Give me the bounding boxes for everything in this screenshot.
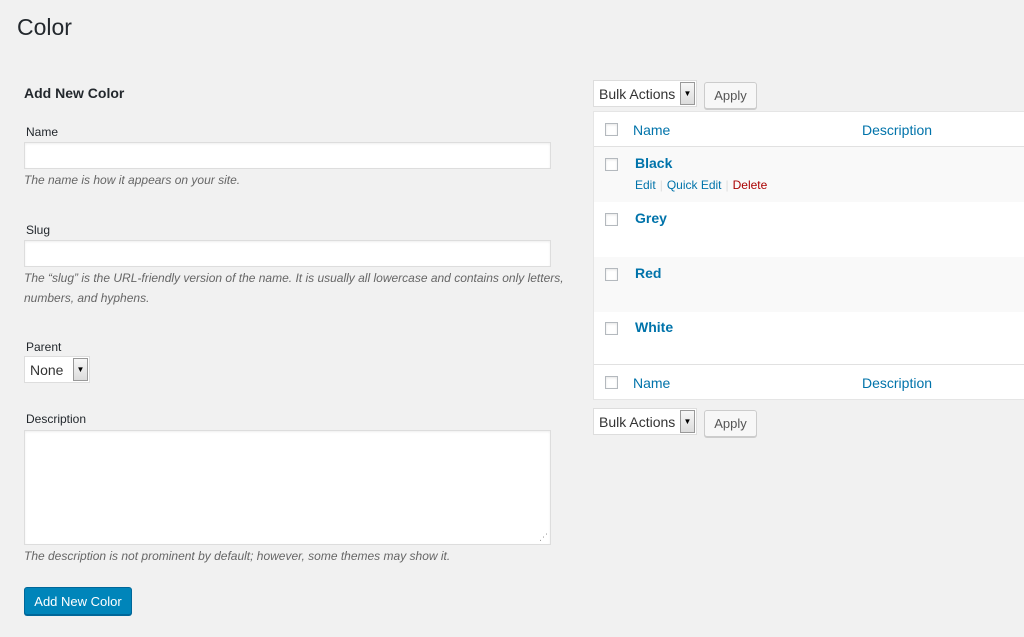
slug-input[interactable] bbox=[24, 240, 551, 267]
table-row: Red bbox=[594, 257, 1024, 312]
bulk-actions-select-bottom[interactable]: Bulk Actions ▼ bbox=[593, 408, 697, 435]
column-name-footer[interactable]: Name bbox=[633, 375, 670, 391]
table-footer: Name Description bbox=[594, 364, 1024, 399]
description-textarea[interactable]: ⋰ bbox=[24, 430, 551, 545]
column-name-header[interactable]: Name bbox=[633, 122, 670, 138]
bulk-actions-value: Bulk Actions bbox=[599, 413, 676, 430]
chevron-down-icon[interactable]: ▼ bbox=[680, 410, 695, 433]
edit-link[interactable]: Edit bbox=[635, 178, 656, 192]
slug-label: Slug bbox=[26, 223, 51, 237]
row-checkbox[interactable] bbox=[605, 322, 618, 335]
slug-help: The “slug” is the URL-friendly version o… bbox=[24, 271, 564, 305]
separator: | bbox=[659, 178, 663, 192]
apply-button-top[interactable]: Apply bbox=[704, 82, 757, 109]
delete-link[interactable]: Delete bbox=[733, 178, 768, 192]
name-input[interactable] bbox=[24, 142, 551, 169]
name-help: The name is how it appears on your site. bbox=[24, 173, 241, 187]
table-row: Grey bbox=[594, 202, 1024, 257]
chevron-down-icon[interactable]: ▼ bbox=[73, 358, 88, 381]
parent-select-value: None bbox=[30, 361, 64, 378]
row-title-link[interactable]: Grey bbox=[635, 210, 667, 226]
separator: | bbox=[725, 178, 729, 192]
chevron-down-icon[interactable]: ▼ bbox=[680, 82, 695, 105]
parent-select[interactable]: None ▼ bbox=[24, 356, 90, 383]
table-row: Black Edit | Quick Edit | Delete bbox=[594, 147, 1024, 202]
page-title: Color bbox=[17, 14, 72, 40]
row-actions: Edit | Quick Edit | Delete bbox=[635, 178, 767, 192]
quick-edit-link[interactable]: Quick Edit bbox=[667, 178, 722, 192]
terms-table: Name Description Black Edit | Quick Edit | D… bbox=[593, 111, 1024, 400]
column-description-footer[interactable]: Description bbox=[862, 375, 932, 391]
table-header: Name Description bbox=[594, 112, 1024, 147]
row-checkbox[interactable] bbox=[605, 268, 618, 281]
parent-label: Parent bbox=[26, 340, 62, 354]
select-all-checkbox[interactable] bbox=[605, 123, 618, 136]
description-help: The description is not prominent by defa… bbox=[24, 549, 451, 563]
row-checkbox[interactable] bbox=[605, 158, 618, 171]
row-checkbox[interactable] bbox=[605, 213, 618, 226]
row-title-link[interactable]: White bbox=[635, 319, 673, 335]
name-label: Name bbox=[26, 125, 59, 139]
resize-grip-icon[interactable]: ⋰ bbox=[539, 532, 548, 543]
bulk-actions-value: Bulk Actions bbox=[599, 85, 676, 102]
select-all-checkbox-footer[interactable] bbox=[605, 376, 618, 389]
row-title-link[interactable]: Red bbox=[635, 265, 661, 281]
bulk-actions-select-top[interactable]: Bulk Actions ▼ bbox=[593, 80, 697, 107]
add-new-color-button[interactable]: Add New Color bbox=[24, 587, 132, 615]
row-title-link[interactable]: Black bbox=[635, 155, 672, 171]
description-label: Description bbox=[26, 412, 87, 426]
apply-button-bottom[interactable]: Apply bbox=[704, 410, 757, 437]
column-description-header[interactable]: Description bbox=[862, 122, 932, 138]
add-new-heading: Add New Color bbox=[24, 85, 125, 101]
table-row: White bbox=[594, 311, 1024, 366]
